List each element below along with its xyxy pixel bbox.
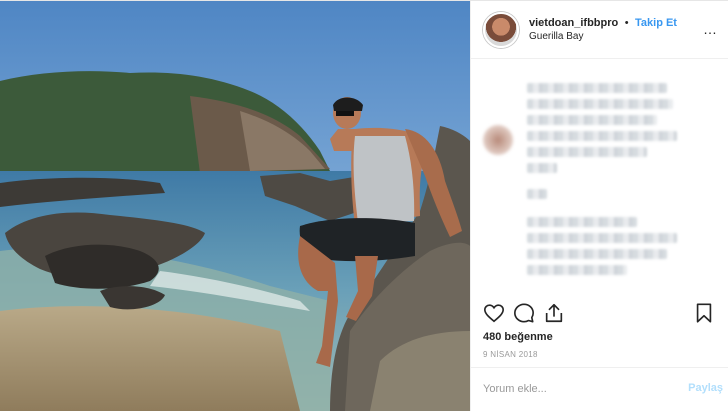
comments-area-blurred <box>471 59 728 289</box>
blurred-comment-line <box>527 249 667 259</box>
separator-dot: • <box>624 17 629 29</box>
share-icon[interactable] <box>543 302 565 324</box>
avatar[interactable] <box>483 11 519 48</box>
post-header: vietdoan_ifbbpro • Takip Et Guerilla Bay… <box>471 1 728 59</box>
more-options-icon[interactable]: … <box>703 21 718 37</box>
post-photo[interactable] <box>0 1 470 411</box>
blurred-caption-line <box>527 99 673 109</box>
comment-icon[interactable] <box>513 302 535 324</box>
blurred-comment-line <box>527 265 627 275</box>
post-comment-button[interactable]: Paylaş <box>688 382 723 394</box>
blurred-comment-line <box>527 217 637 227</box>
blurred-caption-line <box>527 131 677 141</box>
blurred-caption-line <box>527 163 557 173</box>
comment-bar: Paylaş <box>471 367 728 411</box>
location-link[interactable]: Guerilla Bay <box>529 30 677 44</box>
username-link[interactable]: vietdoan_ifbbpro <box>529 17 618 29</box>
post-date: 9 NİSAN 2018 <box>483 350 538 359</box>
header-text: vietdoan_ifbbpro • Takip Et Guerilla Bay <box>529 15 677 44</box>
post-sidebar: vietdoan_ifbbpro • Takip Et Guerilla Bay… <box>470 1 728 411</box>
beach-photo <box>0 1 470 411</box>
blurred-caption-line <box>527 83 667 93</box>
blurred-caption-line <box>527 189 547 199</box>
heart-icon[interactable] <box>483 302 505 324</box>
comment-input[interactable] <box>483 380 663 398</box>
action-bar <box>471 296 728 328</box>
blurred-caption-line <box>527 115 657 125</box>
instagram-post: vietdoan_ifbbpro • Takip Et Guerilla Bay… <box>0 0 728 411</box>
bookmark-icon[interactable] <box>693 302 715 324</box>
blurred-comment-line <box>527 233 677 243</box>
likes-count[interactable]: 480 beğenme <box>483 331 553 343</box>
blurred-caption-line <box>527 147 647 157</box>
follow-button[interactable]: Takip Et <box>635 17 677 29</box>
blurred-commenter-avatar <box>483 125 513 155</box>
